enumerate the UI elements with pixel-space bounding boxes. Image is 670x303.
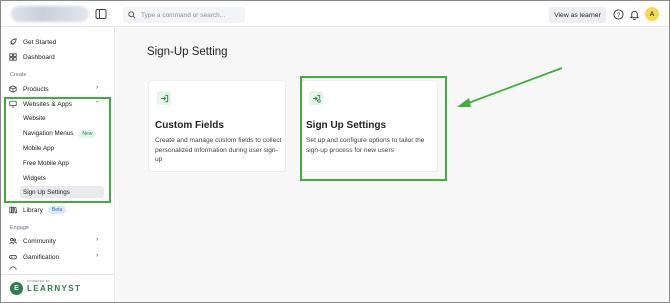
divider: [1, 274, 115, 275]
sidebar-item-dashboard[interactable]: Dashboard: [9, 51, 55, 63]
sidebar-item-community[interactable]: Community: [9, 235, 56, 247]
search-placeholder: Type a command or search...: [141, 11, 226, 19]
learnyst-logo-icon: E: [10, 282, 23, 295]
avatar[interactable]: A: [645, 7, 659, 21]
cut-off-icon: [9, 266, 17, 270]
annotation-highlight-box: [4, 97, 111, 203]
beta-badge: Beta: [47, 206, 67, 214]
sidebar-item-gamification[interactable]: Gamification: [9, 251, 59, 263]
sidebar-item-label: Community: [23, 237, 56, 245]
sidebar-item-label: Library: [23, 206, 43, 214]
school-logo[interactable]: [11, 6, 89, 22]
sidebar-item-library[interactable]: Library Beta: [9, 204, 67, 216]
brand-powered-by: POWERED BY: [27, 279, 51, 283]
sidebar: Get Started Dashboard Create Products › …: [1, 28, 115, 302]
card-title: Custom Fields: [155, 120, 224, 131]
library-icon: [9, 206, 17, 214]
sidebar-item-partial: [9, 266, 39, 270]
search-input[interactable]: Type a command or search...: [123, 7, 245, 23]
sidebar-item-label: Get Started: [23, 38, 57, 46]
search-icon: [128, 11, 136, 19]
annotation-arrow-icon: [457, 67, 563, 107]
view-as-learner-button[interactable]: View as learner: [549, 7, 606, 23]
rocket-icon: [10, 38, 17, 45]
grid-icon: [9, 53, 17, 61]
sign-in-icon: [157, 91, 171, 105]
card-description: Create and manage custom fields to colle…: [155, 137, 282, 163]
card-custom-fields[interactable]: Custom Fields Create and manage custom f…: [148, 80, 286, 172]
top-bar: Type a command or search... View as lear…: [1, 1, 669, 27]
chevron-right-icon: ›: [96, 84, 99, 91]
help-icon[interactable]: ?: [613, 9, 624, 20]
users-icon: [9, 237, 17, 245]
brand-name: LEARNYST: [27, 284, 82, 293]
annotation-highlight-box: [300, 76, 447, 181]
sidebar-item-products[interactable]: Products: [9, 83, 49, 95]
page-title: Sign-Up Setting: [147, 46, 228, 58]
sidebar-item-label: Gamification: [23, 253, 60, 261]
chevron-right-icon: ›: [96, 252, 99, 259]
sidebar-item-label: Dashboard: [23, 53, 55, 61]
brand-logo: E POWERED BY LEARNYST: [10, 279, 82, 295]
sidebar-item-label: Products: [23, 85, 49, 93]
bell-icon[interactable]: [629, 9, 640, 20]
box-icon: [9, 85, 17, 93]
section-engage-label: Engage: [10, 225, 29, 231]
sidebar-item-get-started[interactable]: Get Started: [9, 36, 56, 48]
sidebar-toggle-icon[interactable]: [95, 8, 107, 20]
gamepad-icon: [9, 255, 17, 260]
section-create-label: Create: [10, 72, 27, 78]
svg-text:?: ?: [617, 12, 621, 19]
chevron-right-icon: ›: [96, 236, 99, 243]
